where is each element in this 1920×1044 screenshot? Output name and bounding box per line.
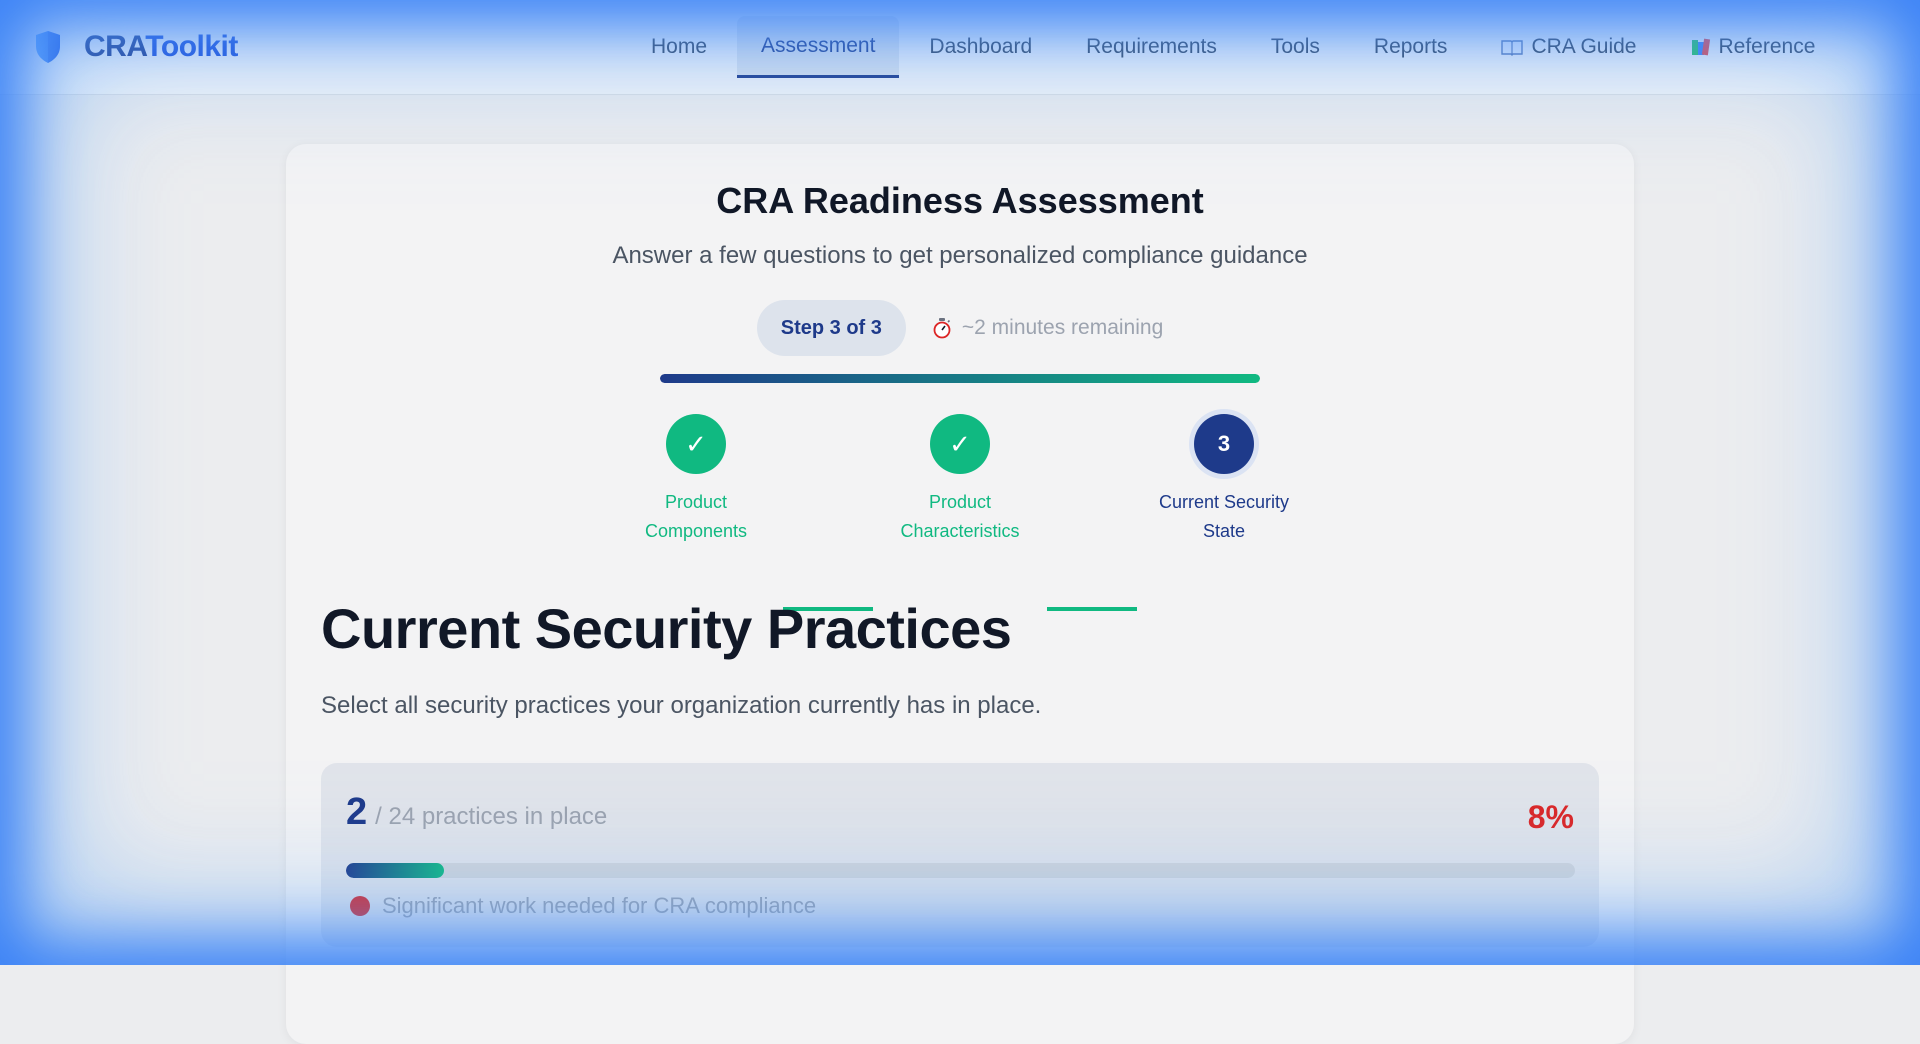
nav-tools[interactable]: Tools [1247,16,1344,78]
step-1-label: Product Components [644,492,748,541]
time-remaining-text: ~2 minutes remaining [961,316,1164,339]
book-icon [1501,40,1524,56]
stopwatch-icon [933,318,951,339]
practices-count-text: / 24 practices in place [375,803,608,830]
nav-home-label: Home [651,35,708,58]
nav-requirements-label: Requirements [1086,35,1217,58]
nav-cra-guide-label: CRA Guide [1531,35,1637,58]
step-current-security-state[interactable]: 3 Current Security State [1124,414,1324,546]
section-title: Current Security Practices [321,597,1012,660]
nav-reports[interactable]: Reports [1350,16,1472,78]
nav-cra-guide[interactable]: CRA Guide [1477,16,1660,78]
compliance-status-text: Significant work needed for CRA complian… [382,893,817,918]
step-product-components[interactable]: ✓ Product Components [596,414,796,546]
nav-reports-label: Reports [1373,35,1448,58]
time-remaining: ~2 minutes remaining [932,316,1163,340]
section-description: Select all security practices your organ… [321,692,1042,719]
practices-progress-fill [346,863,445,878]
assessment-subtitle: Answer a few questions to get personaliz… [612,242,1308,269]
nav-tools-label: Tools [1270,35,1320,58]
assessment-card: CRA Readiness Assessment Answer a few qu… [286,144,1634,1044]
nav-reference-label: Reference [1718,35,1816,58]
brand-name-part2: Toolkit [145,30,238,63]
brand-name: CRAToolkit [84,30,238,64]
assessment-title: CRA Readiness Assessment [716,180,1204,221]
stepper: ✓ Product Components ✓ Product Character… [286,414,1634,611]
step-3-label: Current Security State [1158,492,1290,541]
step-2-label: Product Characteristics [900,492,1020,541]
books-icon [1691,38,1710,56]
step-connector [1047,607,1137,611]
nav-dashboard-label: Dashboard [929,35,1033,58]
step-1-check-icon: ✓ [666,414,726,474]
compliance-status: Significant work needed for CRA complian… [350,893,816,919]
nav-reference[interactable]: Reference [1667,16,1840,78]
step-product-characteristics[interactable]: ✓ Product Characteristics [860,414,1060,546]
red-status-dot-icon [350,896,370,916]
nav-home[interactable]: Home [627,16,731,78]
practices-summary: 2 / 24 practices in place 8% Significant… [321,763,1599,947]
logo[interactable]: CRAToolkit [34,29,238,65]
nav-assessment[interactable]: Assessment [737,16,900,78]
assessment-progress-fill [660,374,1260,383]
step-2-check-icon: ✓ [930,414,990,474]
shield-icon [36,31,60,63]
top-navigation: CRAToolkit Home Assessment Dashboard Req… [0,0,1920,95]
practices-percent: 8% [1527,799,1574,835]
brand-name-part1: CRA [84,30,146,63]
step-3-number: 3 [1194,414,1254,474]
step-info: Step 3 of 3 ~2 minutes remaining [286,300,1634,356]
step-pill: Step 3 of 3 [756,300,906,356]
nav-dashboard[interactable]: Dashboard [905,16,1056,78]
nav-assessment-label: Assessment [761,33,876,57]
practices-progress-bar [346,863,1575,878]
nav-links: Home Assessment Dashboard Requirements T… [627,16,1845,78]
nav-requirements[interactable]: Requirements [1062,16,1241,78]
practices-count: 2 / 24 practices in place [346,791,607,834]
practices-count-number: 2 [346,791,368,833]
assessment-progress-bar [660,374,1260,383]
